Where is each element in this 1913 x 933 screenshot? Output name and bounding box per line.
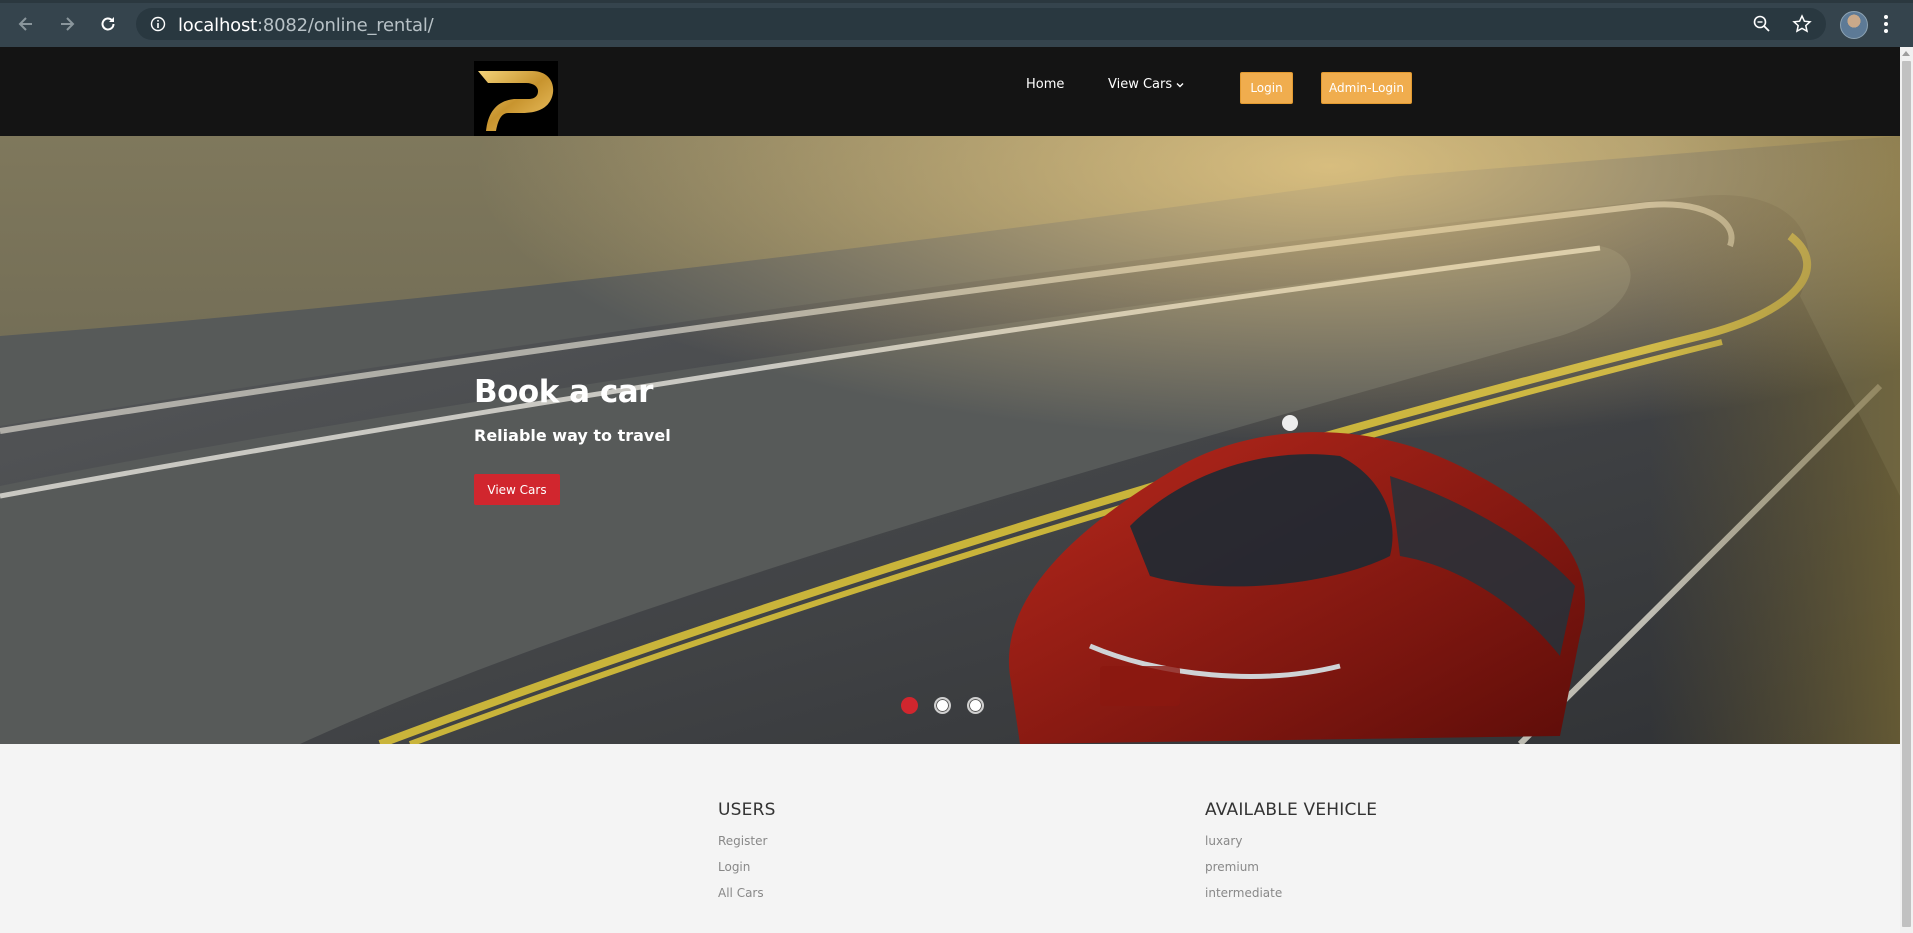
site-header: Home View Cars Login Admin-Login [0, 47, 1900, 136]
back-arrow-icon[interactable] [12, 10, 40, 38]
menu-kebab-icon[interactable] [1882, 12, 1890, 36]
site-info-icon[interactable] [150, 16, 166, 32]
scroll-up-arrow-icon[interactable] [1902, 51, 1910, 56]
site-footer: USERS Register Login All Cars AVAILABLE … [0, 744, 1900, 933]
tab-strip-edge [0, 0, 1913, 3]
hero-subtitle: Reliable way to travel [474, 426, 671, 445]
footer-users-column: USERS Register Login All Cars [718, 800, 776, 912]
carousel-indicator-3[interactable] [967, 697, 984, 714]
footer-premium-link[interactable]: premium [1205, 860, 1377, 874]
footer-users-heading: USERS [718, 800, 776, 820]
footer-register-link[interactable]: Register [718, 834, 776, 848]
star-icon[interactable] [1792, 14, 1812, 34]
hero-carousel: Book a car Reliable way to travel View C… [0, 136, 1900, 744]
carousel-indicator-1[interactable] [901, 697, 918, 714]
footer-intermediate-link[interactable]: intermediate [1205, 886, 1377, 900]
site-logo[interactable] [474, 61, 558, 136]
footer-login-link[interactable]: Login [718, 860, 776, 874]
address-bar[interactable]: localhost:8082/online_rental/ [136, 8, 1826, 40]
page-scrollbar[interactable] [1900, 47, 1913, 933]
carousel-indicator-2[interactable] [934, 697, 951, 714]
hero-title: Book a car [474, 374, 653, 410]
admin-login-button[interactable]: Admin-Login [1321, 72, 1412, 104]
view-cars-button[interactable]: View Cars [474, 474, 560, 505]
forward-arrow-icon[interactable] [53, 10, 81, 38]
footer-all-cars-link[interactable]: All Cars [718, 886, 776, 900]
nav-view-cars-dropdown[interactable]: View Cars [1108, 77, 1184, 92]
hero-background-image [0, 136, 1900, 744]
reload-icon[interactable] [94, 10, 122, 38]
login-button[interactable]: Login [1240, 72, 1293, 104]
scrollbar-thumb[interactable] [1902, 61, 1911, 927]
footer-luxary-link[interactable]: luxary [1205, 834, 1377, 848]
chevron-down-icon [1176, 82, 1184, 87]
nav-home-link[interactable]: Home [1026, 77, 1064, 92]
nav-view-cars-label: View Cars [1108, 77, 1173, 92]
footer-vehicles-heading: AVAILABLE VEHICLE [1205, 800, 1378, 820]
zoom-icon[interactable] [1752, 14, 1772, 34]
url-text[interactable]: localhost:8082/online_rental/ [178, 15, 434, 36]
avatar[interactable] [1840, 11, 1868, 39]
footer-vehicles-column: AVAILABLE VEHICLE luxary premium interme… [1205, 800, 1377, 912]
browser-toolbar: localhost:8082/online_rental/ [0, 0, 1913, 47]
